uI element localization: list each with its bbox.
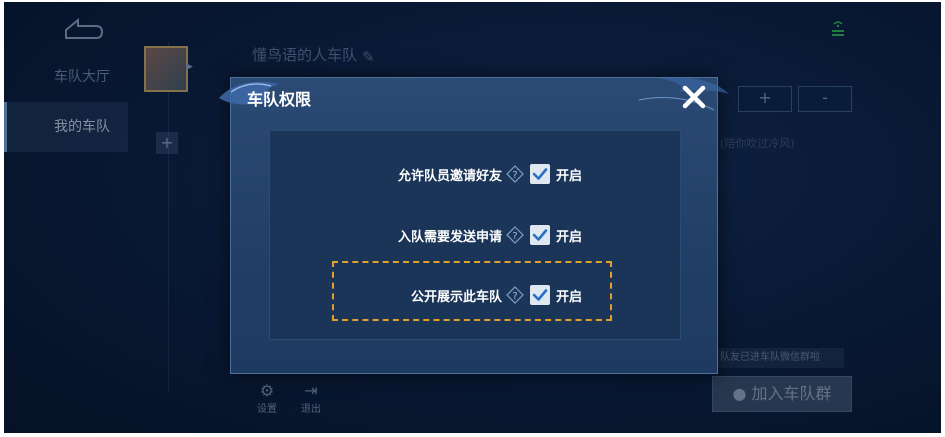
option-status: 开启 (556, 290, 583, 305)
game-screen: 车队大厅 我的车队 ▶ + 懂鸟语的人车队 ✎ + - (陪你吹过冷风) 队友已… (4, 2, 941, 433)
require-application-checkbox[interactable] (530, 225, 550, 245)
invite-friends-checkbox[interactable] (530, 164, 550, 184)
option-row-require-application: 入队需要发送申请 ? 开启 (270, 220, 680, 250)
help-icon[interactable]: ? (506, 286, 524, 304)
option-row-invite-friends: 允许队员邀请好友 ? 开启 (270, 159, 680, 189)
help-icon[interactable]: ? (506, 165, 524, 183)
checkmark-icon (532, 289, 548, 301)
option-label: 允许队员邀请好友 (397, 169, 502, 184)
option-status: 开启 (556, 169, 583, 184)
close-icon[interactable] (679, 82, 709, 112)
option-status: 开启 (556, 230, 583, 245)
svg-text:?: ? (512, 170, 517, 181)
dialog-header: 车队权限 (231, 78, 717, 118)
public-display-checkbox[interactable] (530, 285, 550, 305)
dialog-title: 车队权限 (247, 90, 312, 109)
permissions-panel: 允许队员邀请好友 ? 开启 入队需要发送申请 ? 开启 公开展示此车队 ? 开启 (269, 130, 681, 340)
svg-text:?: ? (512, 291, 517, 302)
option-label: 公开展示此车队 (410, 290, 502, 305)
checkmark-icon (532, 229, 548, 241)
help-icon[interactable]: ? (506, 226, 524, 244)
option-row-public-display: 公开展示此车队 ? 开启 (270, 280, 680, 310)
svg-text:?: ? (512, 231, 517, 242)
team-permissions-dialog: 车队权限 允许队员邀请好友 ? 开启 入队需要发送申请 ? 开启 公开展示此车队… (219, 77, 729, 374)
option-label: 入队需要发送申请 (397, 230, 502, 245)
checkmark-icon (532, 168, 548, 180)
